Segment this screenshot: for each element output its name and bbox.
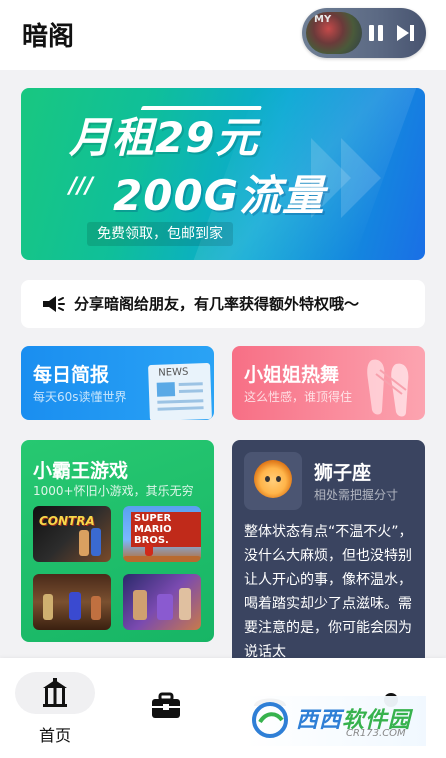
card-subtitle: 每天60s读懂世界 bbox=[33, 390, 127, 404]
game-title: SUPER MARIO BROS. bbox=[131, 512, 201, 547]
card-horoscope[interactable]: 狮子座 相处需把握分寸 整体状态有点“不温不火”，没什么大麻烦，但也没特别让人开… bbox=[232, 440, 425, 670]
carousel-tent-icon bbox=[43, 678, 67, 707]
game-thumbnail-fighting[interactable] bbox=[123, 574, 201, 630]
newspaper-label: NEWS bbox=[158, 366, 189, 379]
player-cover-art[interactable]: MY bbox=[306, 12, 362, 54]
watermark-brand-a: 西西 bbox=[296, 708, 343, 733]
share-notice[interactable]: 分享暗阁给朋友，有几率获得额外特权哦～ bbox=[21, 280, 425, 328]
pause-icon[interactable] bbox=[364, 21, 388, 45]
player-cover-text: MY bbox=[314, 14, 332, 25]
zodiac-name: 狮子座 bbox=[314, 462, 372, 484]
game-title: CONTRA bbox=[39, 514, 95, 528]
skip-next-icon[interactable] bbox=[394, 21, 418, 45]
banner-headline: 月租29元 bbox=[69, 113, 259, 162]
watermark-domain: CR173.COM bbox=[346, 728, 406, 739]
horoscope-text: 整体状态有点“不温不火”，没什么大麻烦，但也没特别让人开心的事，像杯温水，喝着踏… bbox=[244, 524, 413, 660]
tab-home[interactable]: 首页 bbox=[15, 672, 95, 746]
header: 暗阁 MY bbox=[0, 0, 446, 70]
promo-banner[interactable]: 月租29元 /// 200G流量 免费领取，包邮到家 bbox=[21, 88, 425, 260]
megaphone-icon bbox=[43, 296, 65, 312]
game-thumbnail-beat-em-up[interactable] bbox=[33, 574, 111, 630]
tab-home-label: 首页 bbox=[38, 726, 71, 745]
card-title: 小霸王游戏 bbox=[33, 460, 129, 482]
notice-text: 分享暗阁给朋友，有几率获得额外特权哦～ bbox=[74, 295, 360, 313]
watermark: 西西软件园 CR173.COM bbox=[246, 696, 426, 746]
leo-avatar bbox=[244, 452, 302, 510]
watermark-logo-icon bbox=[252, 702, 288, 738]
newspaper-icon: NEWS bbox=[148, 362, 212, 420]
game-thumbnail-super-mario[interactable]: SUPER MARIO BROS. bbox=[123, 506, 201, 562]
card-dance[interactable]: 小姐姐热舞 这么性感，谁顶得住 bbox=[232, 346, 425, 420]
card-daily-briefing[interactable]: 每日简报 每天60s读懂世界 NEWS bbox=[21, 346, 214, 420]
card-retro-games[interactable]: 小霸王游戏 1000+怀旧小游戏，其乐无穷 CONTRA SUPER MARIO… bbox=[21, 440, 214, 642]
banner-caption: 免费领取，包邮到家 bbox=[87, 222, 233, 246]
card-title: 小姐姐热舞 bbox=[244, 364, 340, 386]
banner-speed-marks: /// bbox=[69, 174, 94, 199]
card-subtitle: 1000+怀旧小游戏，其乐无穷 bbox=[33, 484, 194, 498]
card-subtitle: 这么性感，谁顶得住 bbox=[244, 390, 353, 404]
card-title: 每日简报 bbox=[33, 364, 110, 386]
music-player[interactable]: MY bbox=[302, 8, 426, 58]
game-thumbnail-contra[interactable]: CONTRA bbox=[33, 506, 111, 562]
lion-icon bbox=[254, 460, 292, 498]
banner-subheadline: 200G流量 bbox=[113, 171, 326, 220]
app-title: 暗阁 bbox=[22, 22, 75, 52]
toolbox-icon[interactable] bbox=[150, 692, 182, 720]
zodiac-tagline: 相处需把握分寸 bbox=[314, 488, 399, 502]
ballet-shoe-icon bbox=[367, 359, 409, 417]
